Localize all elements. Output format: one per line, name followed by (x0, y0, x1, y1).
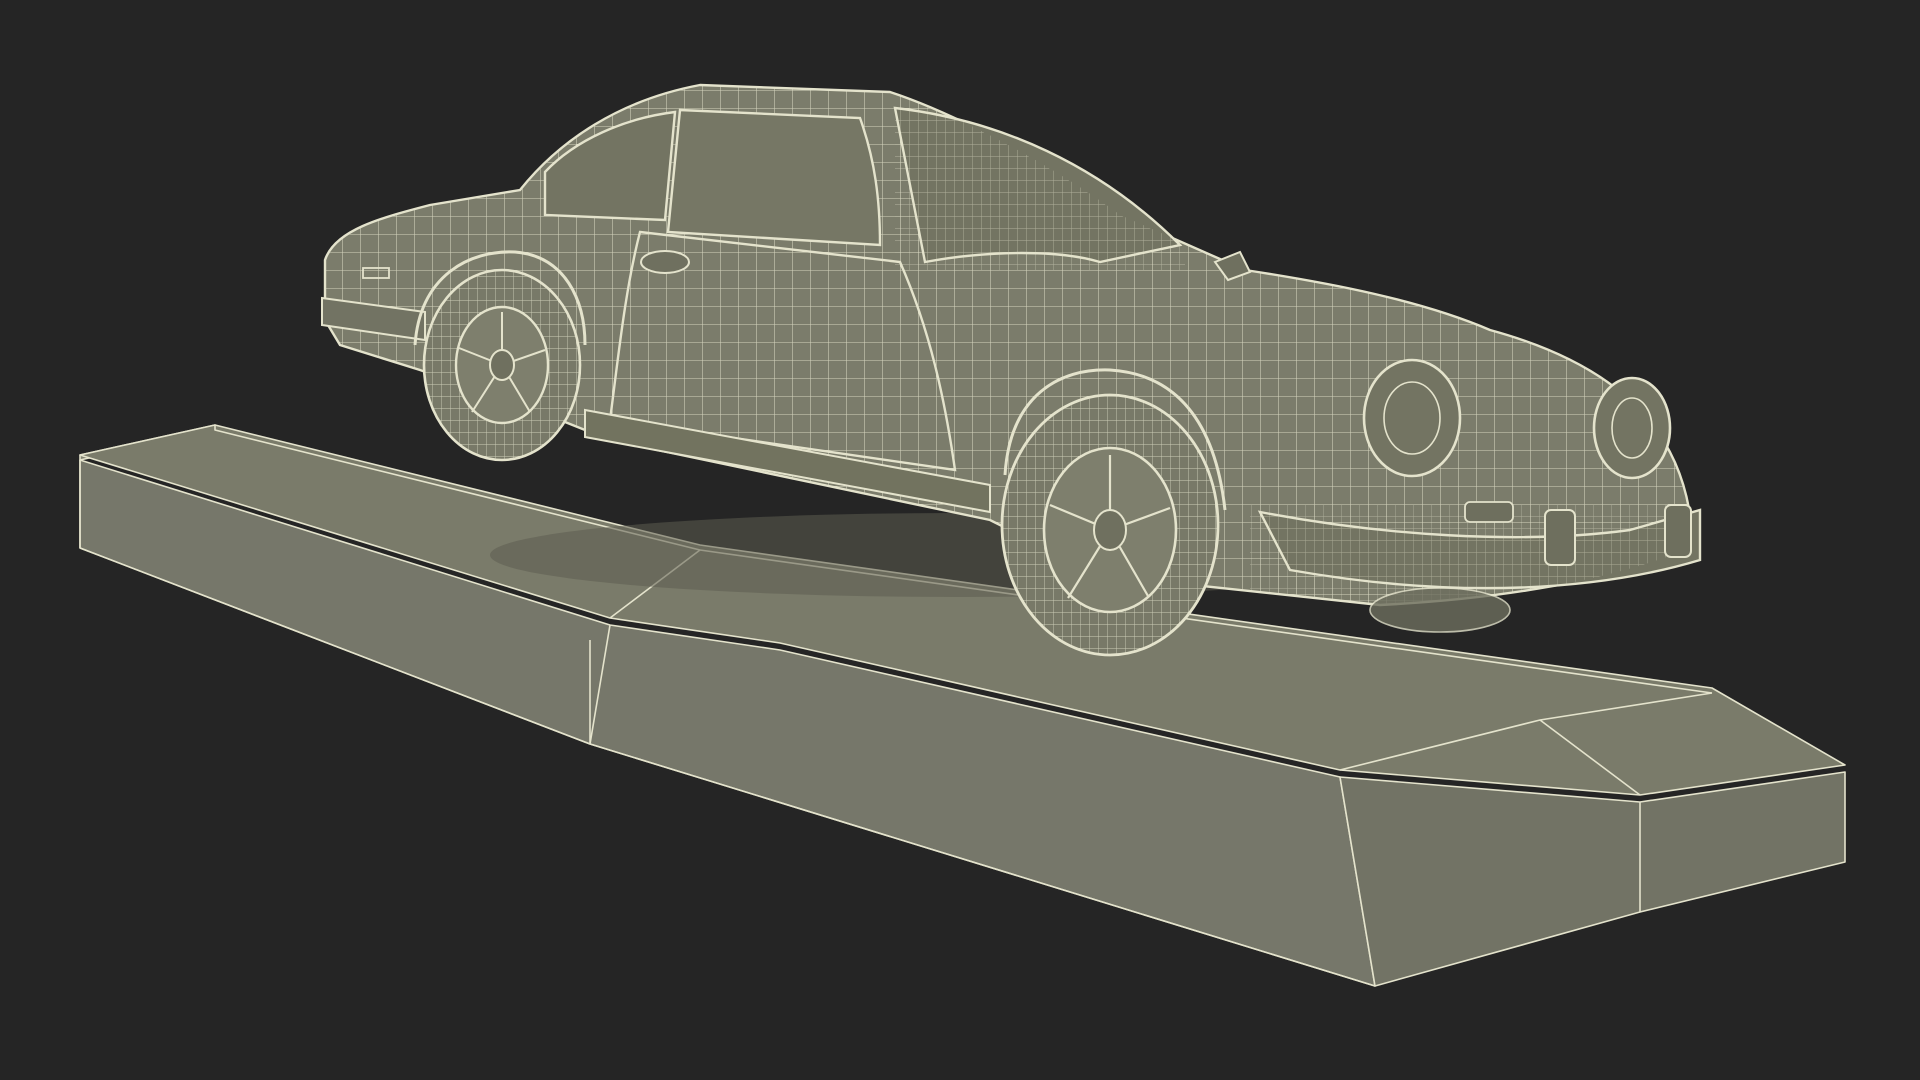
door-handle (640, 250, 690, 274)
door-window (666, 108, 882, 247)
front-right-tire (1369, 587, 1511, 633)
headlight-left (1362, 358, 1462, 478)
bumper-guard-right (1664, 504, 1692, 558)
bumper-guard-left (1544, 509, 1576, 566)
pedestal-end-face (1339, 771, 1846, 987)
wireframe-render (79, 83, 1846, 987)
turn-signal (1464, 501, 1514, 523)
rear-side-window (543, 110, 677, 222)
headlight-right (1592, 376, 1672, 480)
render-viewport (0, 0, 1920, 1080)
